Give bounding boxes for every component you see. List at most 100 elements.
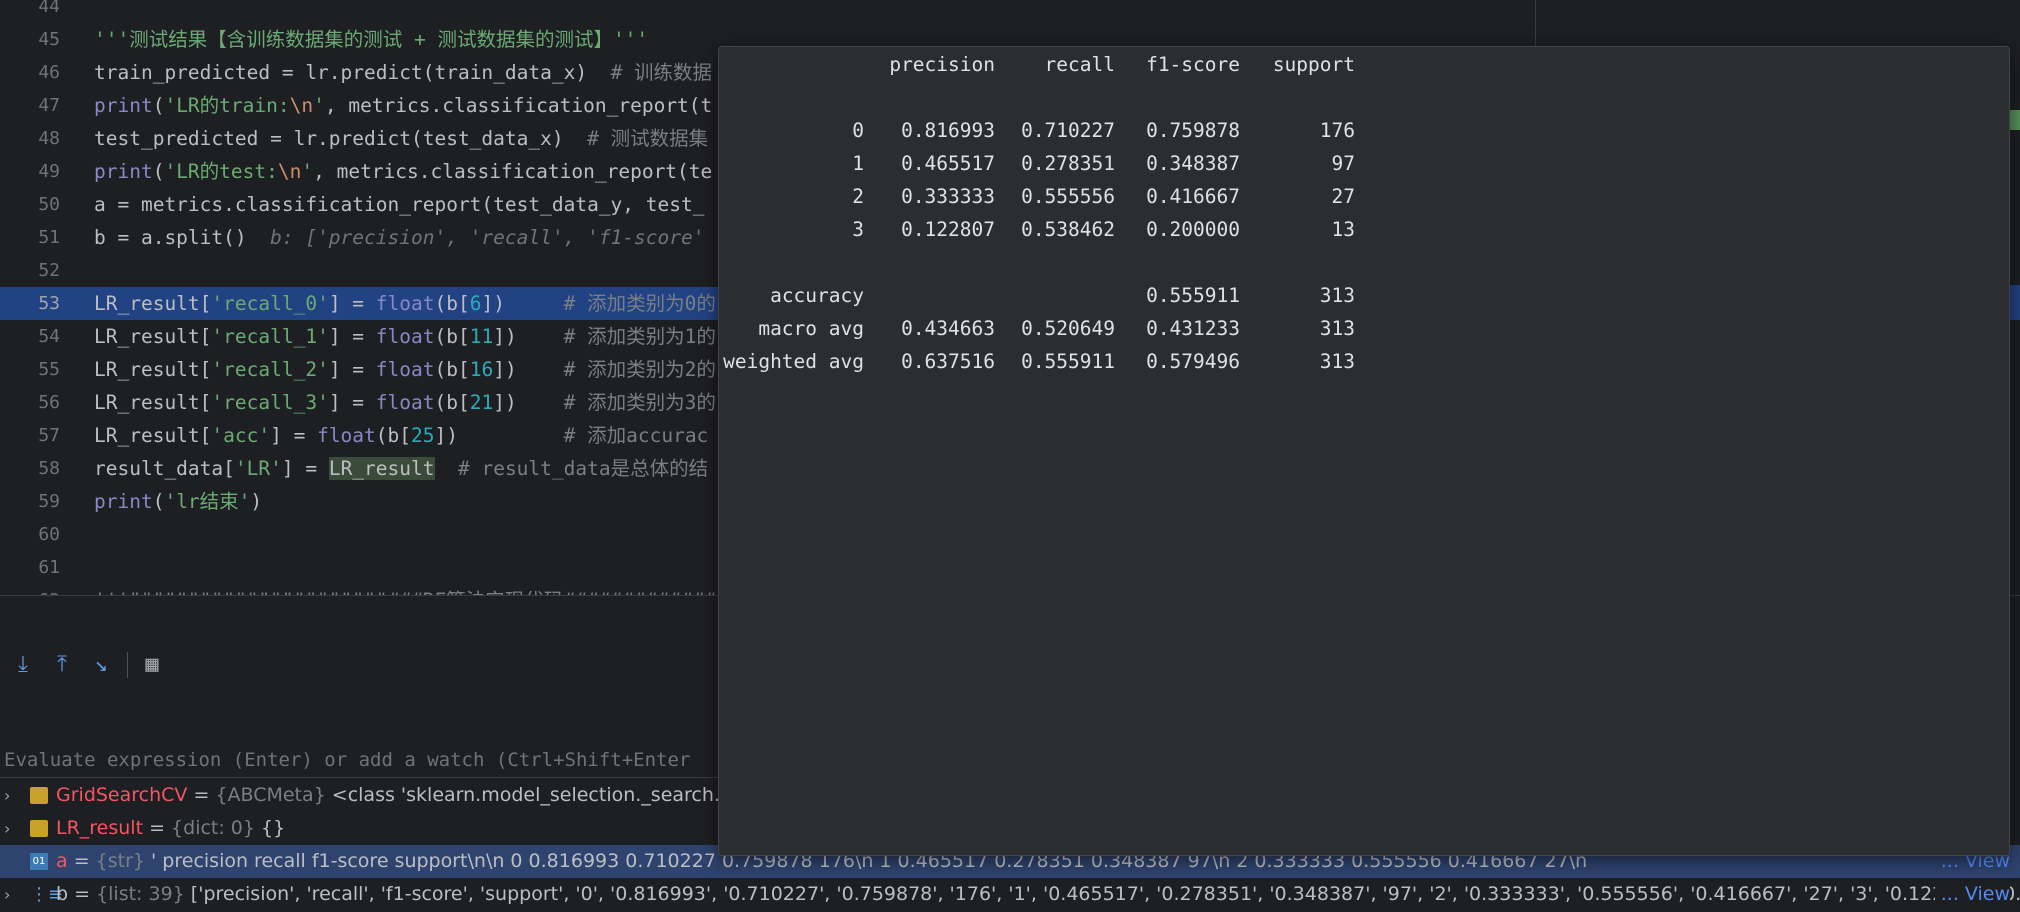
code-token: print	[94, 94, 153, 117]
code-token: ] =	[328, 358, 376, 381]
code-token: , metrics.classification_report(t	[324, 94, 713, 117]
line-number[interactable]: 57	[0, 419, 60, 452]
step-over-icon[interactable]: ⤓	[8, 650, 38, 680]
report-cell-support: 27	[1331, 185, 1355, 208]
code-token: b = a.split()	[94, 226, 271, 249]
code-token: test_predicted = lr.predict(test_data_x)	[94, 127, 588, 150]
code-token: 'LR的train:	[164, 94, 290, 117]
line-number[interactable]: 62	[0, 584, 60, 595]
variable-eq: =	[143, 817, 172, 839]
variable-value: ['precision', 'recall', 'f1-score', 'sup…	[184, 883, 2020, 905]
code-token: (	[152, 94, 165, 117]
code-text: LR_result['recall_3'] = float(b[21]) # 添…	[94, 386, 716, 419]
line-number[interactable]: 53	[0, 287, 60, 320]
code-token: train_predicted = lr.	[94, 61, 341, 84]
code-token: (b[	[434, 325, 470, 348]
code-token: # 添加类别为3的	[563, 391, 716, 414]
code-token: predict	[340, 61, 423, 84]
code-token: ])	[481, 292, 564, 315]
code-token: 'recall_3'	[211, 391, 329, 414]
code-token: 'recall_2'	[211, 358, 329, 381]
variable-value: <class 'sklearn.model_selection._search.…	[325, 784, 772, 806]
calculator-icon[interactable]: ▦	[137, 650, 167, 680]
line-number[interactable]: 60	[0, 518, 60, 551]
line-number[interactable]: 58	[0, 452, 60, 485]
code-text: '''测试结果【含训练数据集的测试 + 测试数据集的测试】'''	[94, 23, 648, 56]
expand-chevron-icon[interactable]: ›	[4, 812, 10, 845]
line-number[interactable]: 61	[0, 551, 60, 584]
step-into-my-code-icon[interactable]: ↘	[86, 650, 116, 680]
code-token: 21	[469, 391, 494, 414]
line-number[interactable]: 48	[0, 122, 60, 155]
code-text: a = metrics.classification_report(test_d…	[94, 188, 704, 221]
evaluate-expression-input[interactable]: Evaluate expression (Enter) or add a wat…	[0, 743, 724, 778]
code-token: '''测试结果【含训练数据集的测试 + 测试数据集的测试】'''	[94, 28, 649, 51]
code-token: ] =	[281, 457, 329, 480]
str-variable-icon: 01	[30, 853, 48, 870]
code-text: print('LR的train:\n', metrics.classificat…	[94, 89, 712, 122]
code-token: a = metrics.classification_report(test_d…	[94, 193, 705, 216]
code-token: float	[375, 325, 435, 348]
line-number[interactable]: 59	[0, 485, 60, 518]
code-token: LR_result	[328, 457, 435, 480]
line-number[interactable]: 50	[0, 188, 60, 221]
line-number[interactable]: 51	[0, 221, 60, 254]
code-token: ])	[493, 391, 564, 414]
line-number[interactable]: 56	[0, 386, 60, 419]
variable-text: GridSearchCV = {ABCMeta} <class 'sklearn…	[56, 779, 772, 812]
code-token: ] =	[328, 325, 376, 348]
code-token: 11	[469, 325, 494, 348]
report-cell-support: 176	[1319, 119, 1355, 142]
variable-type: {ABCMeta}	[215, 784, 326, 806]
code-token: 'recall_0'	[211, 292, 329, 315]
code-token: 'acc'	[211, 424, 271, 447]
code-text: b = a.split() b: ['precision', 'recall',…	[94, 221, 705, 254]
line-number[interactable]: 44	[0, 0, 60, 23]
variable-text: b = {list: 39} ['precision', 'recall', '…	[56, 878, 2020, 911]
view-link[interactable]: ... View	[1934, 878, 2010, 911]
report-header-support: support	[1272, 53, 1355, 76]
code-text: result_data['LR'] = LR_result # result_d…	[94, 452, 708, 485]
code-token: LR_result[	[94, 292, 212, 315]
field-variable-icon	[30, 787, 48, 804]
code-token: 16	[469, 358, 494, 381]
variable-eq: =	[68, 883, 97, 905]
code-text: print('LR的test:\n', metrics.classificati…	[94, 155, 712, 188]
line-number[interactable]: 55	[0, 353, 60, 386]
variable-eq: =	[187, 784, 216, 806]
code-token: float	[375, 391, 435, 414]
toolbar-separator	[127, 652, 128, 678]
code-token: LR_result[	[94, 325, 212, 348]
code-token: \n	[289, 94, 314, 117]
line-number[interactable]: 45	[0, 23, 60, 56]
variable-name: GridSearchCV	[56, 784, 188, 806]
line-number[interactable]: 54	[0, 320, 60, 353]
step-out-icon[interactable]: ⤒	[47, 650, 77, 680]
code-token: (b[	[434, 391, 470, 414]
code-token: \n	[277, 160, 302, 183]
code-text: LR_result['recall_0'] = float(b[6]) # 添加…	[94, 287, 716, 320]
line-number[interactable]: 52	[0, 254, 60, 287]
expand-chevron-icon[interactable]: ›	[4, 779, 10, 812]
code-token: ])	[493, 325, 564, 348]
code-line[interactable]: 44	[0, 0, 2020, 23]
variable-name: b	[56, 883, 69, 905]
variable-text: LR_result = {dict: 0} {}	[56, 812, 285, 845]
line-number[interactable]: 49	[0, 155, 60, 188]
report-cell-support: 313	[1319, 350, 1355, 373]
variable-value: {}	[255, 817, 286, 839]
code-token: 6	[469, 292, 482, 315]
variable-row[interactable]: › ⋮≡ b = {list: 39} ['precision', 'recall'…	[0, 878, 2020, 911]
code-token: float	[317, 424, 376, 447]
variable-eq: =	[67, 850, 96, 872]
list-variable-icon: ⋮≡	[30, 884, 64, 905]
line-number[interactable]: 46	[0, 56, 60, 89]
code-token: (train_data_x)	[422, 61, 611, 84]
expand-chevron-icon[interactable]: ›	[4, 878, 10, 911]
code-token: (b[	[434, 292, 470, 315]
code-token: (b[	[434, 358, 470, 381]
code-token: print	[94, 490, 153, 513]
report-cell-support: 313	[1319, 284, 1355, 307]
variable-name: LR_result	[56, 817, 144, 839]
line-number[interactable]: 47	[0, 89, 60, 122]
